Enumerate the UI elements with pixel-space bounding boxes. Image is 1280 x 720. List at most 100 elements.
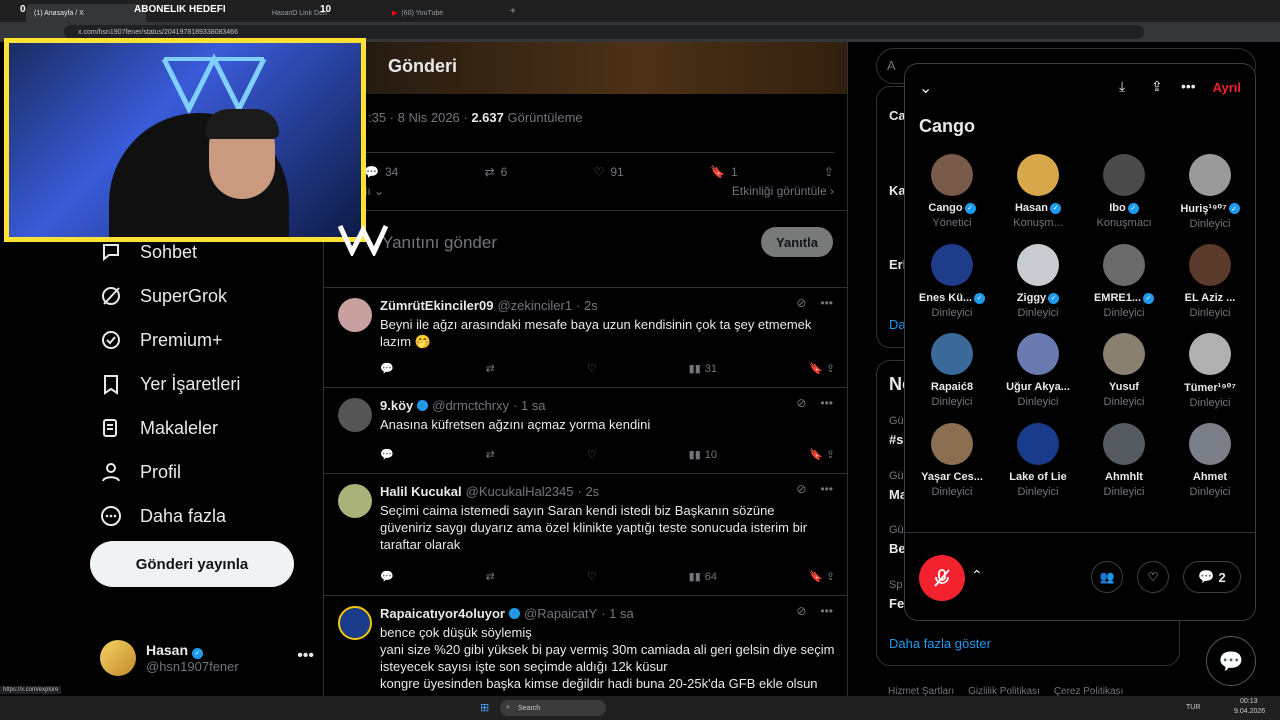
reply-button[interactable]: Yanıtla	[761, 227, 833, 257]
reply-icon[interactable]: 💬	[380, 448, 394, 461]
reply-actions: 💬 ⇄ ♡ ▮▮ 31 🔖 ⇪	[380, 362, 835, 376]
space-controls: ⌃ 👥 ♡ 💬 2	[905, 532, 1255, 620]
participant-role: Dinleyici	[1103, 396, 1145, 408]
space-participant[interactable]: Tümer¹⁹⁰⁷ Dinleyici	[1167, 333, 1253, 409]
reply-stat[interactable]: 💬 34	[364, 165, 398, 179]
avatar	[1017, 423, 1059, 465]
account-switcher[interactable]: Hasan ✓ @hsn1907fener •••	[100, 637, 320, 679]
bookmark-icon[interactable]: 🔖 ⇪	[809, 362, 835, 375]
space-participant[interactable]: EMRE1... ✓ Dinleyici	[1081, 244, 1167, 319]
mic-off-icon	[934, 569, 950, 587]
chevron-down-icon[interactable]: ⌄	[919, 78, 932, 98]
space-participant[interactable]: Ziggy ✓ Dinleyici	[995, 244, 1081, 319]
reply-item[interactable]: ZümrütEkinciler09 @zekinciler1 · 2s ⊘ ••• B…	[324, 288, 847, 388]
windows-start-icon[interactable]: ⊞	[480, 701, 489, 714]
repost-icon[interactable]: ⇄	[486, 362, 495, 375]
nav-item-supergrok[interactable]: SuperGrok	[88, 274, 328, 318]
tab-x-home[interactable]: (1) Anasayfa / X	[26, 4, 146, 22]
taskbar-search[interactable]: ⌕ Search	[500, 700, 606, 716]
space-participant[interactable]: Rapaić8 Dinleyici	[909, 333, 995, 409]
space-participant[interactable]: Ahmet Dinleyici	[1167, 423, 1253, 498]
views-stat[interactable]: ▮▮ 31	[688, 362, 717, 376]
bookmark-stat[interactable]: 🔖 1	[710, 165, 738, 179]
space-participant[interactable]: Ahmhlt Dinleyici	[1081, 423, 1167, 498]
nav-item-bookmarks[interactable]: Yer İşaretleri	[88, 362, 328, 406]
more-dots-icon[interactable]: •••	[297, 647, 314, 665]
grok-icon[interactable]: ⊘	[796, 296, 806, 310]
share-icon: ⇪	[823, 165, 834, 179]
views-stat[interactable]: ▮▮ 64	[689, 570, 717, 584]
reply-item[interactable]: Halil Kucukal @KucukalHal2345 · 2s ⊘ ••• Se…	[324, 474, 847, 596]
participant-name: Yaşar Ces...	[921, 471, 983, 483]
space-participant[interactable]: Yusuf Dinleyici	[1081, 333, 1167, 409]
message-bubble-icon: 💬	[1218, 650, 1244, 673]
leave-button[interactable]: Ayrıl	[1213, 80, 1241, 95]
heart-icon[interactable]: ♡	[587, 570, 597, 583]
more-dots-icon[interactable]: •••	[820, 482, 833, 496]
sidebar-fragment: Gü	[889, 470, 904, 482]
tab-youtube[interactable]: ▶ (60) YouTube	[384, 4, 504, 22]
space-participant[interactable]: Hasan ✓ Konuşm...	[995, 154, 1081, 230]
views-stat[interactable]: ▮▮ 10	[689, 448, 717, 462]
repost-icon[interactable]: ⇄	[486, 570, 495, 583]
reply-icon[interactable]: 💬	[380, 362, 394, 375]
more-dots-icon[interactable]: •••	[820, 396, 833, 410]
bookmark-icon: 🔖	[709, 165, 725, 179]
space-participant[interactable]: Cango ✓ Yönetici	[909, 154, 995, 230]
participant-role: Dinleyici	[1189, 307, 1231, 319]
nav-item-premium[interactable]: Premium+	[88, 318, 328, 362]
chevron-right-icon: ›	[830, 184, 834, 198]
post-button[interactable]: Gönderi yayınla	[90, 541, 294, 587]
participant-role: Dinleyici	[1189, 486, 1231, 498]
minimize-icon[interactable]: ⤓	[1119, 78, 1125, 95]
heart-plus-icon: ♡	[1147, 570, 1159, 584]
space-participant[interactable]: Uğur Akya... Dinleyici	[995, 333, 1081, 409]
reply-composer: Yanıtını gönder Yanıtla	[324, 210, 847, 288]
comments-button[interactable]: 💬 2	[1183, 561, 1241, 593]
more-dots-icon[interactable]: •••	[820, 604, 833, 618]
heart-icon[interactable]: ♡	[587, 448, 597, 461]
participant-name: Enes Kü... ✓	[919, 292, 986, 304]
verified-icon: ✓	[1048, 292, 1060, 304]
like-stat[interactable]: ♡ 91	[594, 165, 624, 179]
repost-icon[interactable]: ⇄	[486, 448, 495, 461]
messages-fab[interactable]: 💬	[1206, 636, 1256, 686]
more-dots-icon[interactable]: •••	[820, 296, 833, 310]
reply-text: bence çok düşük söylemiş yani size %20 g…	[380, 625, 835, 691]
grok-icon[interactable]: ⊘	[796, 604, 806, 618]
chart-icon: ▮▮	[688, 363, 701, 375]
space-participant[interactable]: Yaşar Ces... Dinleyici	[909, 423, 995, 498]
chevron-up-icon[interactable]: ⌃	[971, 567, 983, 584]
view-activity-link[interactable]: Etkinliği görüntüle ›	[732, 184, 834, 198]
reply-icon[interactable]: 💬	[380, 570, 394, 583]
space-participant[interactable]: Lake of Lie Dinleyici	[995, 423, 1081, 498]
grok-icon[interactable]: ⊘	[796, 482, 806, 496]
nav-item-articles[interactable]: Makaleler	[88, 406, 328, 450]
address-bar[interactable]: x.com/hsn1907fener/status/20419781893380…	[64, 25, 1144, 39]
show-more-link[interactable]: Daha fazla göster	[889, 636, 991, 651]
space-participant[interactable]: Huriş¹⁹⁰⁷ ✓ Dinleyici	[1167, 154, 1253, 230]
more-dots-icon[interactable]: •••	[1181, 78, 1196, 94]
reply-item[interactable]: 9.köy ✓ @drmctchrxy · 1 sa ⊘ ••• Anasına küf…	[324, 388, 847, 474]
heart-icon[interactable]: ♡	[587, 362, 597, 375]
reply-tools: ⊘ •••	[796, 604, 833, 618]
reply-input[interactable]: Yanıtını gönder	[382, 233, 497, 253]
bookmark-icon[interactable]: 🔖 ⇪	[809, 570, 835, 583]
reply-item[interactable]: Rapaicatıyor4oluyor ✓ @RapaicatY · 1 sa ⊘ ••…	[324, 596, 847, 696]
space-participant[interactable]: EL Aziz ... Dinleyici	[1167, 244, 1253, 319]
grok-icon[interactable]: ⊘	[796, 396, 806, 410]
participant-role: Dinleyici	[931, 486, 973, 498]
react-button[interactable]: ♡	[1137, 561, 1169, 593]
space-participant[interactable]: Enes Kü... ✓ Dinleyici	[909, 244, 995, 319]
bookmark-icon[interactable]: 🔖 ⇪	[809, 448, 835, 461]
share-button[interactable]: ⇪	[824, 165, 834, 179]
space-participant[interactable]: Ibo ✓ Konuşmacı	[1081, 154, 1167, 230]
new-tab-button[interactable]: +	[510, 6, 516, 17]
participants-button[interactable]: 👥	[1091, 561, 1123, 593]
share-icon[interactable]: ⇪	[1151, 78, 1163, 95]
nav-item-more[interactable]: Daha fazla	[88, 494, 328, 538]
nav-item-profile[interactable]: Profil	[88, 450, 328, 494]
repost-stat[interactable]: ⇄ 6	[485, 165, 508, 179]
nav-label: Premium+	[140, 329, 223, 350]
mic-muted-button[interactable]	[919, 555, 965, 601]
